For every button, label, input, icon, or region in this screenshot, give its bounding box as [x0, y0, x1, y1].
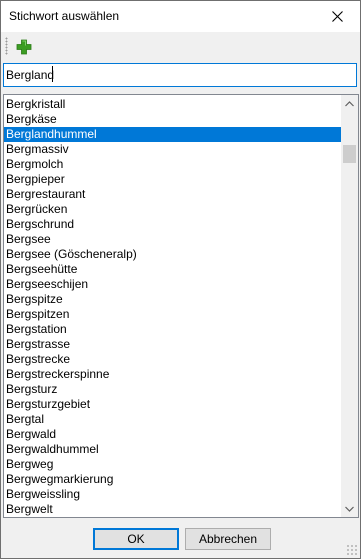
scroll-down-button[interactable]: [341, 500, 358, 517]
list-item[interactable]: Bergstrecke: [4, 352, 342, 367]
list-item[interactable]: Bergkristall: [4, 97, 342, 112]
ok-button[interactable]: OK: [93, 528, 179, 550]
list-item[interactable]: Bergkäse: [4, 112, 342, 127]
text-caret: [52, 66, 53, 82]
list-item[interactable]: Bergspitze: [4, 292, 342, 307]
vertical-scrollbar[interactable]: [341, 95, 358, 517]
list-item[interactable]: Bergseehütte: [4, 262, 342, 277]
list-item[interactable]: Bergrücken: [4, 202, 342, 217]
add-keyword-button[interactable]: [13, 36, 35, 57]
dialog-title: Stichwort auswählen: [9, 9, 120, 23]
list-item[interactable]: Berglandhummel: [4, 127, 342, 142]
list-item[interactable]: Bergmassiv: [4, 142, 342, 157]
list-item[interactable]: Bergwelt: [4, 502, 342, 517]
keyword-list[interactable]: Bergkristall Bergkäse Berglandhummel Bergma…: [3, 94, 359, 518]
list-item[interactable]: Bergsturzgebiet: [4, 397, 342, 412]
dialog-window: Stichwort auswählen BergkristallBergkäse…: [0, 0, 361, 559]
list-item[interactable]: Bergsee (Göscheneralp): [4, 247, 342, 262]
list-item[interactable]: Bergschrund: [4, 217, 342, 232]
close-button[interactable]: [314, 1, 360, 32]
list-item[interactable]: Bergspitzen: [4, 307, 342, 322]
toolbar-grip[interactable]: [5, 37, 8, 55]
toolbar: [1, 32, 360, 60]
list-item[interactable]: Bergmolch: [4, 157, 342, 172]
list-item[interactable]: Bergpieper: [4, 172, 342, 187]
list-item[interactable]: Bergwaldhummel: [4, 442, 342, 457]
scroll-thumb[interactable]: [343, 145, 356, 163]
list-item[interactable]: Bergstation: [4, 322, 342, 337]
list-item[interactable]: Bergweissling: [4, 487, 342, 502]
list-item[interactable]: Bergrestaurant: [4, 187, 342, 202]
list-item[interactable]: Bergweg: [4, 457, 342, 472]
title-bar: Stichwort auswählen: [1, 1, 360, 32]
resize-grip[interactable]: [346, 544, 358, 556]
close-icon: [331, 11, 343, 22]
keyword-list-items: Bergkristall Bergkäse Berglandhummel Bergma…: [4, 97, 342, 517]
keyword-search-input[interactable]: [3, 63, 357, 87]
chevron-up-icon: [345, 100, 354, 106]
list-item[interactable]: Bergsturz: [4, 382, 342, 397]
plus-icon: [16, 39, 32, 54]
scroll-up-button[interactable]: [341, 95, 358, 112]
list-item[interactable]: Bergstreckerspinne: [4, 367, 342, 382]
cancel-button[interactable]: Abbrechen: [185, 528, 271, 550]
chevron-down-icon: [345, 506, 354, 512]
list-item[interactable]: Bergwegmarkierung: [4, 472, 342, 487]
list-item[interactable]: Bergseeschijen: [4, 277, 342, 292]
list-item[interactable]: Bergstrasse: [4, 337, 342, 352]
list-item[interactable]: Bergtal: [4, 412, 342, 427]
list-item[interactable]: Bergwald: [4, 427, 342, 442]
list-item[interactable]: Bergsee: [4, 232, 342, 247]
